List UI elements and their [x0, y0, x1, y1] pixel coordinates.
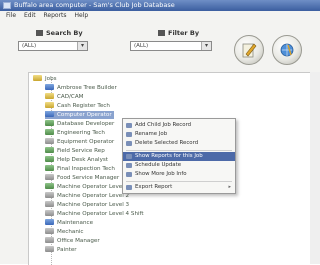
job-icon	[45, 210, 54, 216]
menu-edit[interactable]: Edit	[24, 12, 36, 19]
filter-by-label: Filter By	[158, 29, 199, 37]
folder-icon	[33, 75, 42, 81]
filter-icon	[158, 30, 165, 36]
tree-item[interactable]: Office Manager	[45, 237, 100, 245]
tree-item[interactable]: Machine Operator Level 3	[45, 201, 129, 209]
job-icon	[45, 111, 54, 117]
search-by-value: (ALL)	[22, 43, 37, 49]
globe-tool-icon	[280, 43, 294, 57]
tree-item[interactable]: Help Desk Analyst	[45, 156, 108, 164]
menu-separator	[126, 150, 232, 151]
job-icon	[45, 237, 54, 243]
job-icon	[45, 192, 54, 198]
tree-item[interactable]: Database Developer	[45, 120, 114, 128]
job-icon	[45, 138, 54, 144]
tree-root[interactable]: Jobs	[33, 75, 57, 83]
app-icon	[3, 2, 11, 9]
pencil-paper-icon	[242, 43, 257, 58]
ctx-schedule-update[interactable]: Schedule Update	[123, 161, 235, 170]
job-icon	[45, 84, 54, 90]
tree-item[interactable]: Machine Operator Level 4 Shift	[45, 210, 144, 218]
menu-separator	[126, 181, 232, 182]
rename-icon	[126, 132, 132, 137]
job-icon	[45, 120, 54, 126]
tree-item[interactable]: Food Service Manager	[45, 174, 119, 182]
menu-help[interactable]: Help	[74, 12, 88, 19]
report-button[interactable]	[272, 35, 302, 65]
tree-item[interactable]: Painter	[45, 246, 77, 254]
job-icon	[45, 165, 54, 171]
job-icon	[45, 102, 54, 108]
job-icon	[45, 201, 54, 207]
filter-by-combo[interactable]: (ALL) ▾	[130, 41, 212, 51]
vertical-scrollbar[interactable]	[310, 72, 320, 264]
tree-item[interactable]: Final Inspection Tech	[45, 165, 115, 173]
toolbar: Search By (ALL) ▾ Filter By (ALL) ▾	[0, 21, 320, 73]
search-by-label: Search By	[36, 29, 83, 37]
search-icon	[36, 30, 43, 36]
job-icon	[45, 93, 54, 99]
tree-item[interactable]: Machine Operator Level 2	[45, 192, 129, 200]
menu-file[interactable]: File	[6, 12, 16, 19]
tree-item[interactable]: CAD/CAM	[45, 93, 83, 101]
ctx-show-reports[interactable]: Show Reports for this Job	[123, 152, 235, 161]
tree-item[interactable]: Maintenance	[45, 219, 93, 227]
filter-by-value: (ALL)	[134, 43, 149, 49]
tree-item[interactable]: Equipment Operator	[45, 138, 114, 146]
menu-reports[interactable]: Reports	[44, 12, 67, 19]
export-icon	[126, 185, 132, 190]
window-title: Buffalo area computer - Sam's Club Job D…	[14, 1, 175, 9]
ctx-export[interactable]: Export Report ▸	[123, 183, 235, 192]
job-icon	[45, 219, 54, 225]
chevron-down-icon[interactable]: ▾	[77, 42, 87, 50]
info-icon	[126, 172, 132, 177]
context-menu: Add Child Job Record Rename Job Delete S…	[122, 118, 236, 194]
ctx-add-child[interactable]: Add Child Job Record	[123, 121, 235, 130]
tree-item-selected[interactable]: Computer Operator	[45, 111, 114, 119]
job-icon	[45, 174, 54, 180]
application-window: Buffalo area computer - Sam's Club Job D…	[0, 0, 320, 265]
calendar-icon	[126, 163, 132, 168]
job-icon	[45, 129, 54, 135]
tree-item[interactable]: Field Service Rep	[45, 147, 105, 155]
menu-bar: File Edit Reports Help	[0, 11, 320, 21]
delete-icon	[126, 141, 132, 146]
chevron-down-icon[interactable]: ▾	[201, 42, 211, 50]
job-icon	[45, 228, 54, 234]
tree-item[interactable]: Machine Operator Level 1	[45, 183, 129, 191]
tree-item[interactable]: Ambrose Tree Builder	[45, 84, 117, 92]
tree-item[interactable]: Engineering Tech	[45, 129, 105, 137]
chevron-right-icon: ▸	[228, 184, 231, 190]
add-icon	[126, 123, 132, 128]
job-icon	[45, 156, 54, 162]
tree-item[interactable]: Mechanic	[45, 228, 84, 236]
edit-button[interactable]	[234, 35, 264, 65]
ctx-more-info[interactable]: Show More Job Info	[123, 170, 235, 179]
job-icon	[45, 246, 54, 252]
tree-item[interactable]: Cash Register Tech	[45, 102, 110, 110]
title-bar[interactable]: Buffalo area computer - Sam's Club Job D…	[0, 0, 320, 11]
job-icon	[45, 183, 54, 189]
report-icon	[126, 154, 132, 159]
ctx-rename[interactable]: Rename Job	[123, 130, 235, 139]
job-icon	[45, 147, 54, 153]
ctx-delete[interactable]: Delete Selected Record	[123, 139, 235, 148]
search-by-combo[interactable]: (ALL) ▾	[18, 41, 88, 51]
